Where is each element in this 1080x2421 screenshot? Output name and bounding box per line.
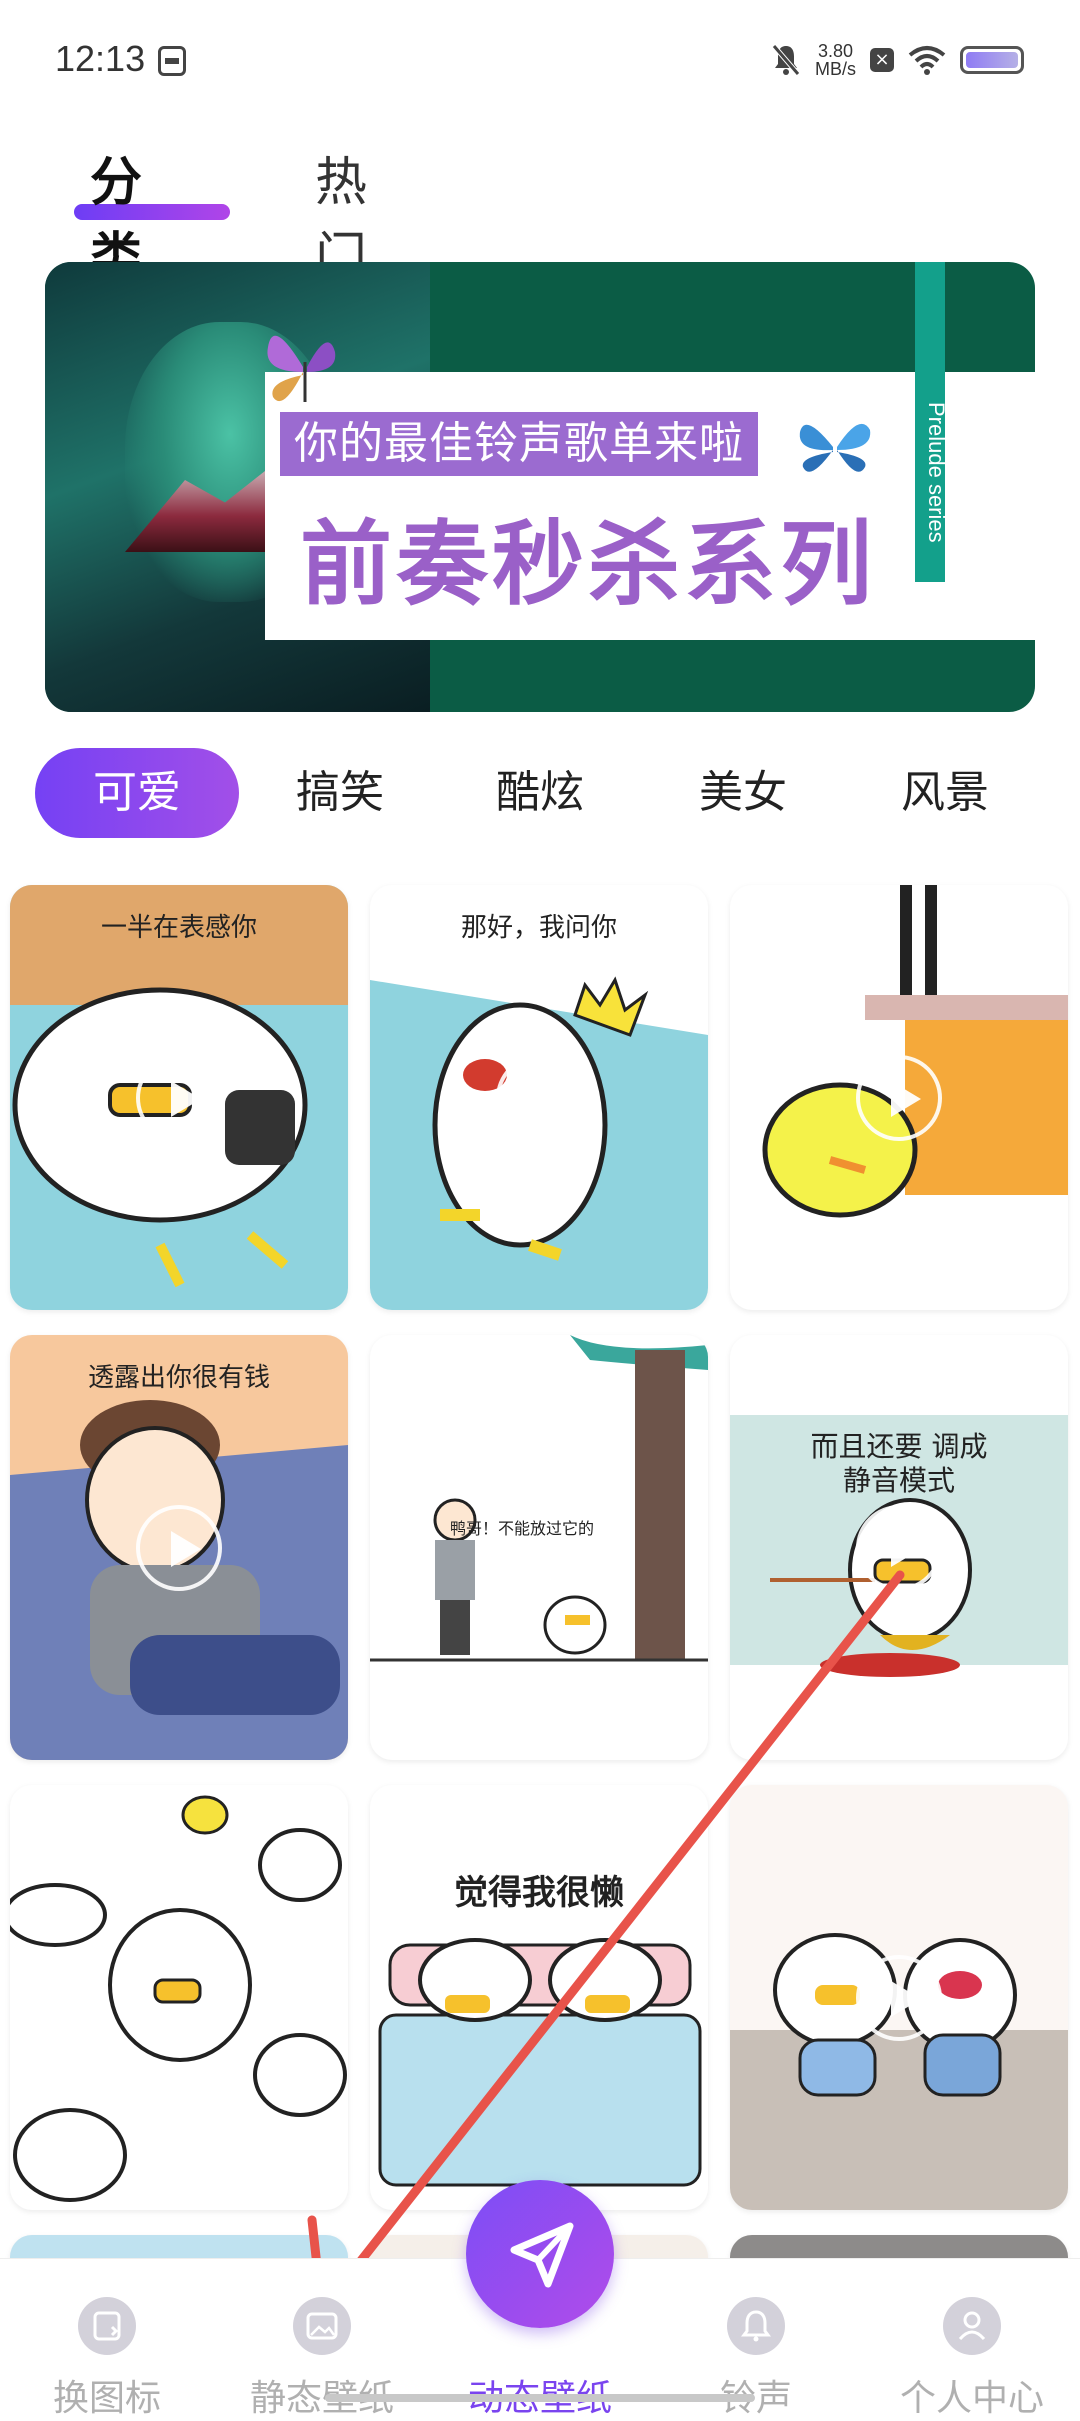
network-speed: 3.80 MB/s xyxy=(815,42,856,78)
promo-banner[interactable]: Prelude series 你的最佳铃声歌单来啦 前奏秒杀系列 xyxy=(45,262,1035,712)
play-icon[interactable] xyxy=(136,1054,222,1141)
wallpaper-caption: 而且还要 调成静音模式 xyxy=(810,1430,988,1497)
live-wallpaper-fab[interactable] xyxy=(466,2180,614,2328)
nav-profile[interactable]: 个人中心 xyxy=(872,2259,1072,2421)
play-icon[interactable] xyxy=(856,1504,942,1591)
wallpaper-card[interactable]: 一半在表感你 xyxy=(10,885,348,1310)
wallpaper-caption: 透露出你很有钱 xyxy=(87,1363,270,1393)
nav-label: 换图标 xyxy=(52,2378,161,2419)
category-cute[interactable]: 可爱 xyxy=(35,748,239,838)
wallpaper-card[interactable]: 透露出你很有钱 xyxy=(10,1335,348,1760)
wallpaper-card[interactable]: 鸭哥！不能放过它的 xyxy=(370,1335,708,1760)
battery-icon xyxy=(960,46,1024,74)
category-cool[interactable]: 酷炫 xyxy=(470,748,610,838)
wallpaper-card[interactable] xyxy=(10,1785,348,2210)
category-funny[interactable]: 搞笑 xyxy=(270,748,410,838)
swap-icon xyxy=(78,2297,136,2355)
play-icon[interactable] xyxy=(856,1954,942,2041)
wallpaper-card[interactable] xyxy=(730,1785,1068,2210)
banner-title: 前奏秒杀系列 xyxy=(300,511,877,618)
wallpaper-caption: 一半在表感你 xyxy=(100,913,257,943)
person-icon xyxy=(943,2297,1001,2355)
wifi-icon xyxy=(908,46,946,75)
status-indicators: 3.80 MB/s × xyxy=(771,40,1024,80)
play-icon[interactable] xyxy=(136,1504,222,1591)
wallpaper-card[interactable]: 觉得我很懒 xyxy=(370,1785,708,2210)
category-scenery[interactable]: 风景 xyxy=(875,748,1015,838)
status-time: 12:13 xyxy=(55,38,146,79)
banner-subtitle: 你的最佳铃声歌单来啦 xyxy=(280,412,758,476)
wallpaper-caption: 觉得我很懒 xyxy=(454,1873,624,1913)
mute-bell-icon xyxy=(772,44,800,76)
bell-icon xyxy=(727,2297,785,2355)
sim-card-icon xyxy=(158,46,186,76)
wallpaper-card[interactable]: 那好，我问你 xyxy=(370,885,708,1310)
wallpaper-caption: 鸭哥！不能放过它的 xyxy=(450,1519,595,1538)
nav-change-icon[interactable]: 换图标 xyxy=(7,2259,207,2421)
network-speed-value: 3.80 xyxy=(817,41,854,61)
nav-label: 个人中心 xyxy=(899,2378,1044,2419)
category-chips: 可爱 搞笑 酷炫 美女 风景 xyxy=(35,748,1045,838)
status-bar: 12:13 3.80 MB/s × xyxy=(0,0,1080,120)
blue-butterfly-icon xyxy=(799,423,871,472)
wallpaper-card[interactable] xyxy=(730,885,1068,1310)
send-icon xyxy=(510,2222,574,2288)
network-speed-unit: MB/s xyxy=(814,59,856,79)
play-icon[interactable] xyxy=(856,1054,942,1141)
wallpaper-caption: 那好，我问你 xyxy=(460,913,617,943)
wallpaper-card[interactable]: 而且还要 调成静音模式 xyxy=(730,1335,1068,1760)
notification-x-icon: × xyxy=(870,48,894,72)
image-icon xyxy=(293,2297,351,2355)
banner-side-text: Prelude series xyxy=(924,402,949,543)
home-indicator[interactable] xyxy=(325,2394,755,2402)
butterfly-icon xyxy=(267,335,336,402)
category-beauty[interactable]: 美女 xyxy=(673,748,813,838)
play-icon[interactable] xyxy=(496,1054,582,1141)
